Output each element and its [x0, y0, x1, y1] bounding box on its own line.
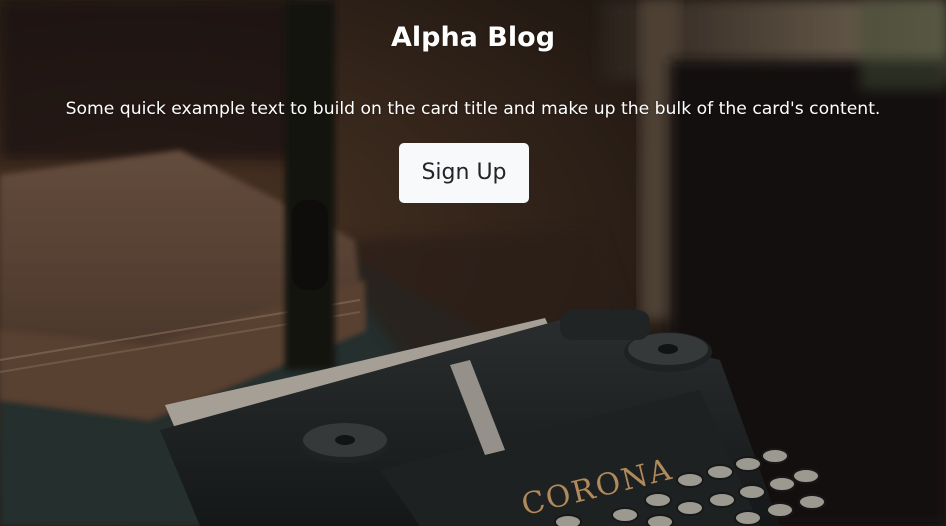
page-title: Alpha Blog: [390, 22, 556, 53]
background-typewriter-image: [0, 0, 946, 526]
signup-button[interactable]: Sign Up: [399, 143, 529, 203]
hero-section: CORONA Alpha Blog Some quick example tex…: [0, 0, 946, 526]
card-text: Some quick example text to build on the …: [65, 99, 881, 119]
